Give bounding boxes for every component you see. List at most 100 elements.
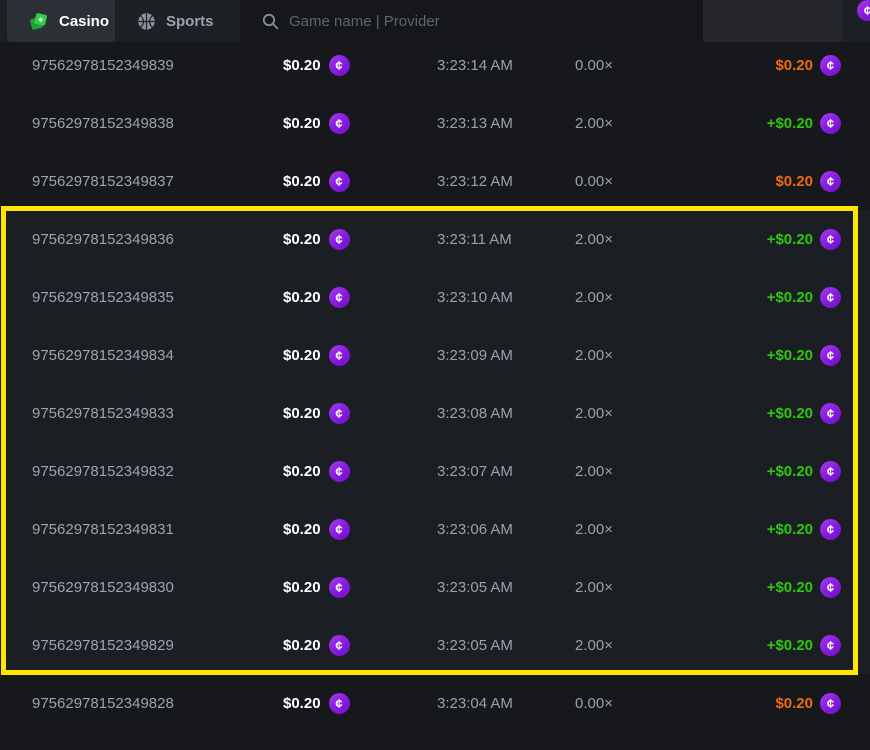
coin-icon: ¢ <box>820 577 841 598</box>
table-row[interactable]: 97562978152349838 $0.20 ¢ 3:23:13 AM 2.0… <box>0 94 870 152</box>
bet-time: 3:23:05 AM <box>437 558 513 616</box>
bet-multiplier: 2.00× <box>575 268 613 326</box>
bet-amount: $0.20 ¢ <box>283 384 350 442</box>
table-row[interactable]: 97562978152349830 $0.20 ¢ 3:23:05 AM 2.0… <box>0 558 870 616</box>
bet-id: 97562978152349838 <box>32 94 174 152</box>
bet-id: 97562978152349829 <box>32 616 174 674</box>
bet-id: 97562978152349839 <box>32 36 174 94</box>
bet-id: 97562978152349837 <box>32 152 174 210</box>
bet-amount-value: $0.20 <box>283 405 321 422</box>
casino-cards-icon <box>30 12 49 31</box>
bet-time: 3:23:14 AM <box>437 36 513 94</box>
bet-multiplier: 2.00× <box>575 384 613 442</box>
table-row[interactable]: 97562978152349837 $0.20 ¢ 3:23:12 AM 0.0… <box>0 152 870 210</box>
table-row[interactable]: 97562978152349831 $0.20 ¢ 3:23:06 AM 2.0… <box>0 500 870 558</box>
bet-amount-value: $0.20 <box>283 695 321 712</box>
bet-amount: $0.20 ¢ <box>283 36 350 94</box>
bet-payout-value: +$0.20 <box>767 115 813 132</box>
bet-amount-value: $0.20 <box>283 289 321 306</box>
bet-payout: +$0.20 ¢ <box>767 94 841 152</box>
bet-payout: $0.20 ¢ <box>775 152 841 210</box>
bet-payout-value: +$0.20 <box>767 521 813 538</box>
table-row[interactable]: 97562978152349833 $0.20 ¢ 3:23:08 AM 2.0… <box>0 384 870 442</box>
bet-payout: +$0.20 ¢ <box>767 500 841 558</box>
bet-time: 3:23:13 AM <box>437 94 513 152</box>
bet-id: 97562978152349834 <box>32 326 174 384</box>
bet-payout: +$0.20 ¢ <box>767 326 841 384</box>
bet-payout: +$0.20 ¢ <box>767 384 841 442</box>
tab-casino[interactable]: Casino <box>7 0 115 42</box>
bet-multiplier: 2.00× <box>575 94 613 152</box>
bet-amount-value: $0.20 <box>283 579 321 596</box>
bet-amount: $0.20 ¢ <box>283 442 350 500</box>
bet-id: 97562978152349832 <box>32 442 174 500</box>
table-row[interactable]: 97562978152349836 $0.20 ¢ 3:23:11 AM 2.0… <box>0 210 870 268</box>
bet-time: 3:23:09 AM <box>437 326 513 384</box>
table-row[interactable]: 97562978152349832 $0.20 ¢ 3:23:07 AM 2.0… <box>0 442 870 500</box>
bet-time: 3:23:10 AM <box>437 268 513 326</box>
bet-amount-value: $0.20 <box>283 115 321 132</box>
bet-amount: $0.20 ¢ <box>283 674 350 732</box>
coin-icon: ¢ <box>820 519 841 540</box>
bet-id: 97562978152349828 <box>32 674 174 732</box>
coin-icon: ¢ <box>329 171 350 192</box>
bet-payout-value: +$0.20 <box>767 579 813 596</box>
bet-multiplier: 2.00× <box>575 210 613 268</box>
bet-payout-value: +$0.20 <box>767 405 813 422</box>
bet-amount: $0.20 ¢ <box>283 94 350 152</box>
bet-payout-value: +$0.20 <box>767 637 813 654</box>
bet-payout: $0.20 ¢ <box>775 674 841 732</box>
bet-multiplier: 2.00× <box>575 616 613 674</box>
bet-time: 3:23:05 AM <box>437 616 513 674</box>
bet-payout-value: +$0.20 <box>767 231 813 248</box>
bet-multiplier: 0.00× <box>575 36 613 94</box>
table-row[interactable]: 97562978152349839 $0.20 ¢ 3:23:14 AM 0.0… <box>0 36 870 94</box>
bet-multiplier: 0.00× <box>575 674 613 732</box>
coin-icon: ¢ <box>329 461 350 482</box>
bet-multiplier: 2.00× <box>575 442 613 500</box>
coin-icon: ¢ <box>329 113 350 134</box>
top-nav: Casino Sports ¢ <box>0 0 870 42</box>
bet-multiplier: 0.00× <box>575 152 613 210</box>
coin-icon: ¢ <box>820 461 841 482</box>
bet-amount: $0.20 ¢ <box>283 268 350 326</box>
bet-payout: +$0.20 ¢ <box>767 442 841 500</box>
bet-id: 97562978152349833 <box>32 384 174 442</box>
table-row[interactable]: 97562978152349829 $0.20 ¢ 3:23:05 AM 2.0… <box>0 616 870 674</box>
table-row[interactable]: 97562978152349835 $0.20 ¢ 3:23:10 AM 2.0… <box>0 268 870 326</box>
bet-payout: +$0.20 ¢ <box>767 210 841 268</box>
coin-icon: ¢ <box>329 519 350 540</box>
search-box <box>240 0 703 42</box>
bet-payout-value: $0.20 <box>775 57 813 74</box>
balance-coin-icon: ¢ <box>857 0 870 21</box>
bet-amount-value: $0.20 <box>283 57 321 74</box>
coin-icon: ¢ <box>329 345 350 366</box>
table-row[interactable]: 97562978152349828 $0.20 ¢ 3:23:04 AM 0.0… <box>0 674 870 732</box>
bet-amount: $0.20 ¢ <box>283 616 350 674</box>
bet-amount: $0.20 ¢ <box>283 210 350 268</box>
search-input[interactable] <box>289 13 669 30</box>
coin-icon: ¢ <box>329 693 350 714</box>
bet-payout-value: +$0.20 <box>767 463 813 480</box>
coin-icon: ¢ <box>329 287 350 308</box>
bet-time: 3:23:04 AM <box>437 674 513 732</box>
bet-amount: $0.20 ¢ <box>283 558 350 616</box>
bet-time: 3:23:11 AM <box>437 210 512 268</box>
bet-payout: +$0.20 ¢ <box>767 616 841 674</box>
coin-icon: ¢ <box>820 55 841 76</box>
bet-payout-value: $0.20 <box>775 695 813 712</box>
bet-amount-value: $0.20 <box>283 231 321 248</box>
bet-amount-value: $0.20 <box>283 347 321 364</box>
table-row[interactable]: 97562978152349834 $0.20 ¢ 3:23:09 AM 2.0… <box>0 326 870 384</box>
bet-id: 97562978152349831 <box>32 500 174 558</box>
bet-amount-value: $0.20 <box>283 521 321 538</box>
tab-sports[interactable]: Sports <box>115 0 240 42</box>
coin-icon: ¢ <box>329 55 350 76</box>
coin-icon: ¢ <box>820 345 841 366</box>
coin-icon: ¢ <box>820 287 841 308</box>
bet-payout-value: +$0.20 <box>767 289 813 306</box>
bet-time: 3:23:06 AM <box>437 500 513 558</box>
bet-time: 3:23:07 AM <box>437 442 513 500</box>
coin-icon: ¢ <box>329 577 350 598</box>
bet-amount-value: $0.20 <box>283 173 321 190</box>
